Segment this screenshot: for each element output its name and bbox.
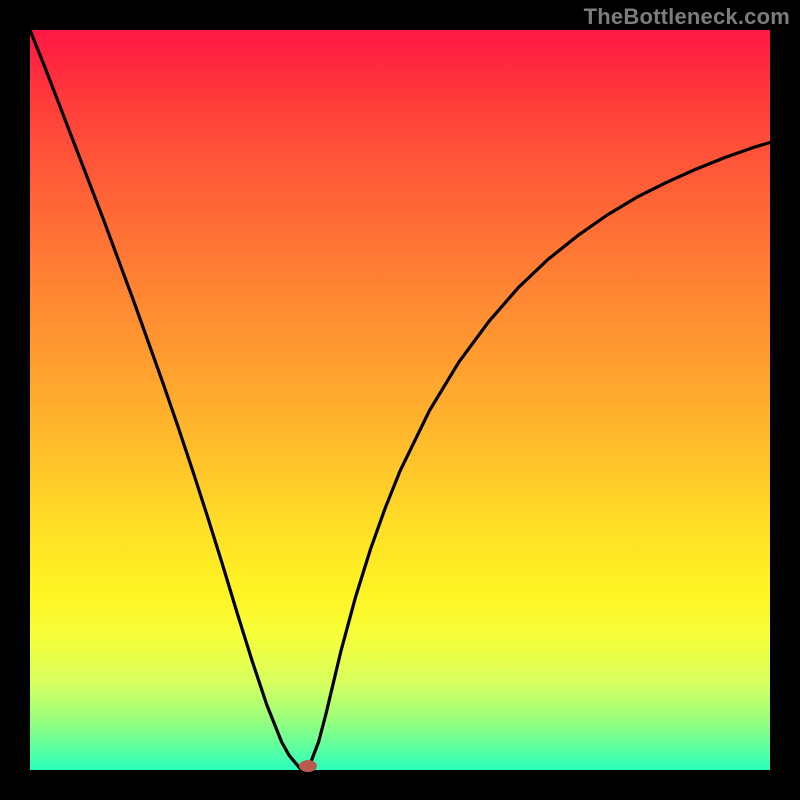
watermark-text: TheBottleneck.com: [584, 4, 790, 30]
minimum-marker-icon: [299, 760, 317, 772]
curve-svg: [30, 30, 770, 770]
bottleneck-curve-line: [30, 30, 770, 770]
plot-area: [30, 30, 770, 770]
chart-frame: TheBottleneck.com: [0, 0, 800, 800]
